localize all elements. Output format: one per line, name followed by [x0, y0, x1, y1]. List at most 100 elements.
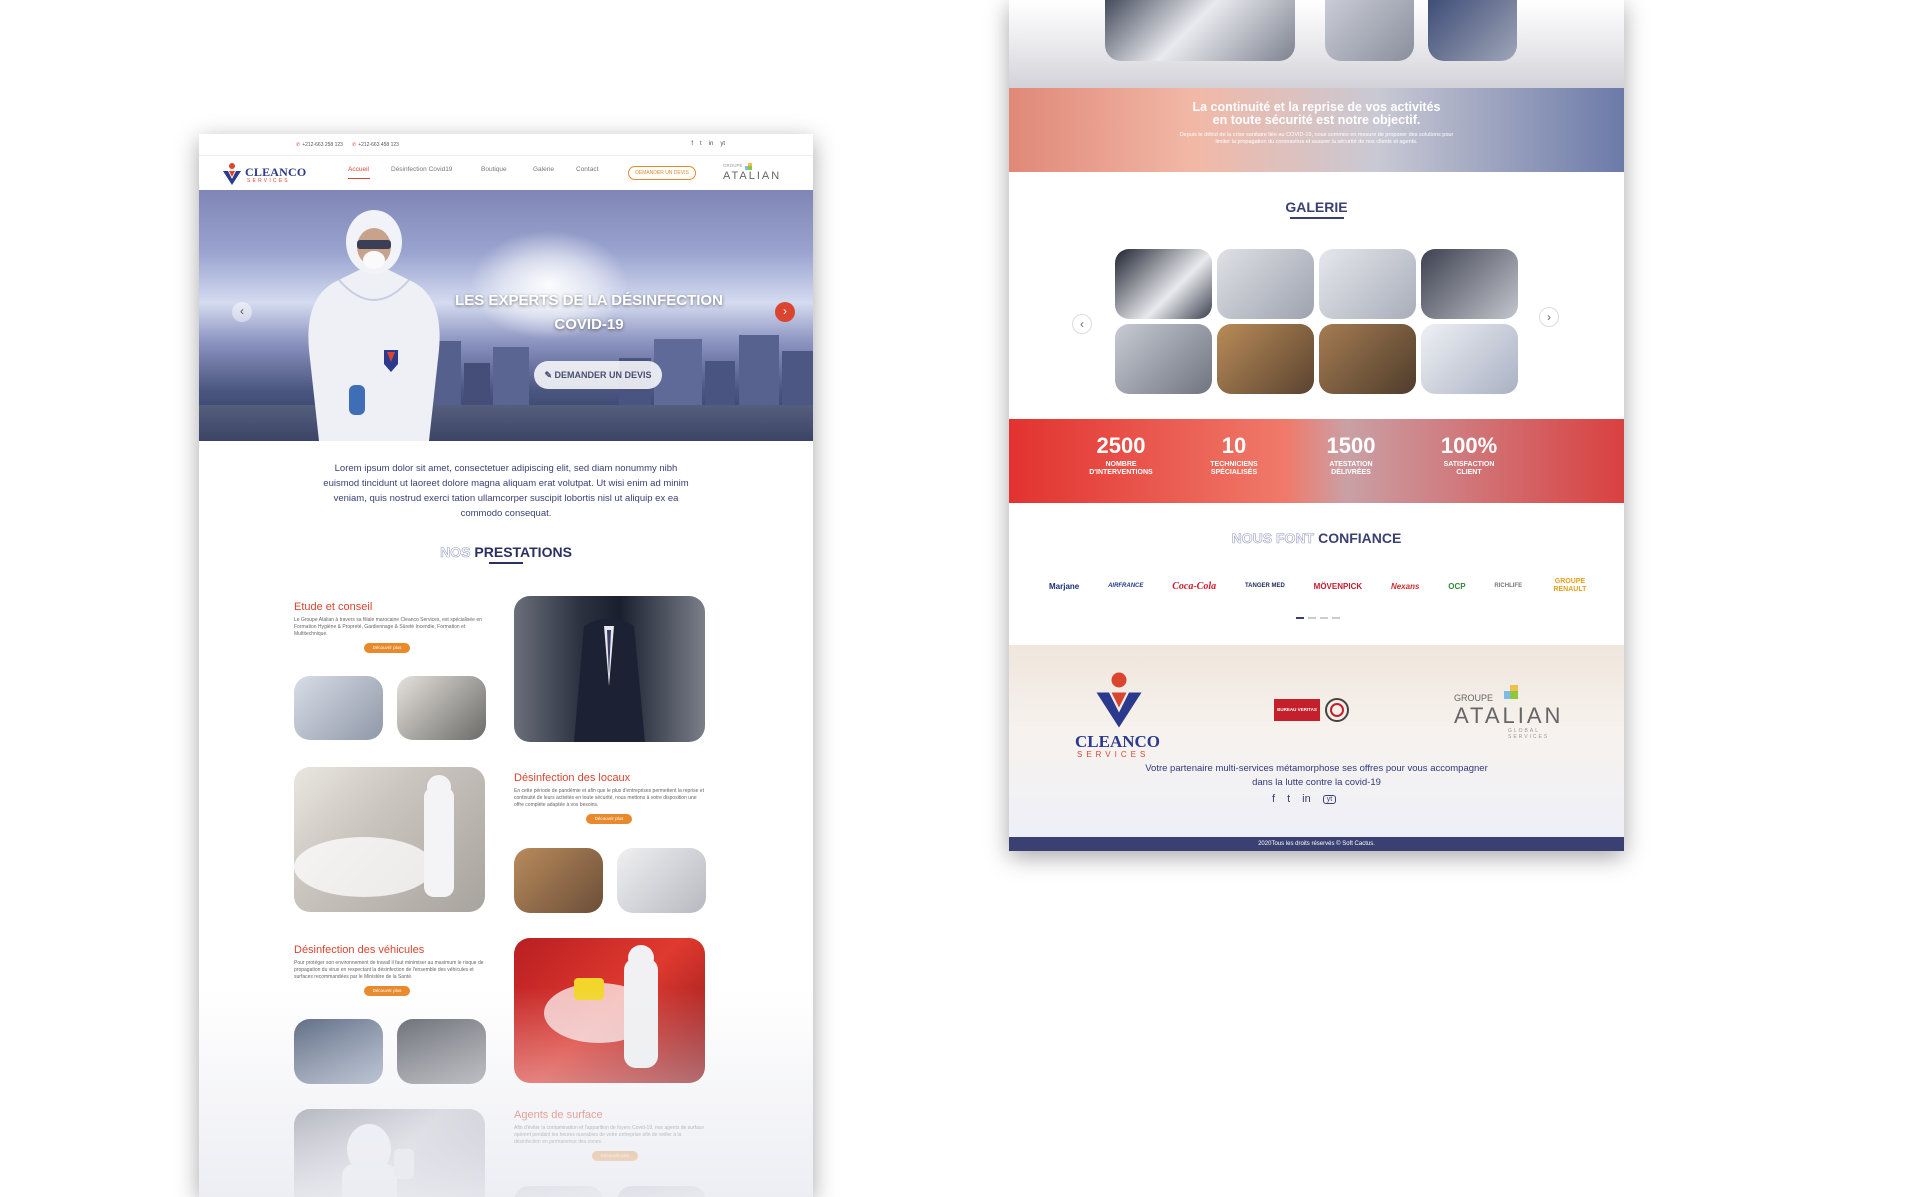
facebook-icon[interactable]: f [1272, 793, 1275, 805]
cleanco-logo-icon [223, 163, 241, 185]
client-logo[interactable]: RICHLIFE [1494, 583, 1522, 589]
phone-icon: ✆ [296, 142, 301, 148]
gallery-image[interactable] [1421, 324, 1518, 394]
section-title: NOS PRESTATIONS [199, 544, 813, 564]
carousel-dot[interactable] [1308, 617, 1316, 619]
gallery-image[interactable] [1421, 249, 1518, 319]
service-image [397, 676, 486, 740]
client-logo[interactable]: OCP [1448, 582, 1465, 591]
gallery-image[interactable] [1217, 249, 1314, 319]
cleanco-logo-icon [1096, 672, 1142, 728]
menu-item-contact[interactable]: Contact [576, 166, 616, 173]
homepage-mockup-top: ✆ +212-663 258 123 ✆ +212-663 458 123 f t … [199, 134, 813, 1197]
carousel-dot[interactable] [1320, 617, 1328, 619]
certification-badge: BUREAU VERITAS [1274, 695, 1354, 725]
social-links: f t in yt [691, 141, 725, 147]
top-bar: ✆ +212-663 258 123 ✆ +212-663 458 123 f t … [199, 134, 813, 156]
gallery-image[interactable] [1319, 324, 1416, 394]
main-menu: Accueil Désinfection Covid19 Boutique Ga… [348, 166, 616, 173]
stat-interventions: 2500 NOMBRE D'INTERVENTIONS [1089, 433, 1153, 477]
footer: CLEANCO SERVICES BUREAU VERITAS GROUPE A… [1009, 645, 1624, 837]
gallery-next-arrow[interactable]: › [1539, 307, 1559, 327]
menu-item-boutique[interactable]: Boutique [481, 166, 533, 173]
gallery-image[interactable] [1115, 324, 1212, 394]
banner-title: La continuité et la reprise de vos activ… [1192, 100, 1441, 127]
hero-prev-arrow[interactable]: ‹ [232, 302, 252, 322]
menu-item-desinfection[interactable]: Désinfection Covid19 [391, 166, 481, 173]
edit-icon: ✎ [544, 370, 555, 380]
gallery-image[interactable] [1319, 249, 1416, 319]
client-logo[interactable]: Marjane [1049, 582, 1079, 591]
discover-button[interactable]: Découvrir plus [586, 814, 632, 824]
stat-technicians: 10 TECHNICIENS SPÉCIALISÉS [1210, 433, 1258, 477]
hero-title: LES EXPERTS DE LA DÉSINFECTION COVID-19 [455, 292, 723, 333]
atalian-logo-icon [745, 163, 752, 170]
phone-1[interactable]: ✆ +212-663 258 123 [296, 142, 343, 148]
service-image [514, 848, 603, 913]
discover-button[interactable]: Découvrir plus [592, 1151, 638, 1161]
hero-quote-button[interactable]: ✎ DEMANDER UN DEVIS [534, 361, 662, 389]
youtube-icon[interactable]: yt [1322, 794, 1337, 804]
service-image [397, 1019, 486, 1084]
client-logos: Marjane AIRFRANCE Coca-Cola TANGER MED M… [1049, 576, 1589, 596]
service-image [294, 1019, 383, 1084]
phone-2[interactable]: ✆ +212-663 458 123 [352, 142, 399, 148]
service-image [617, 1186, 706, 1197]
service-image [294, 767, 485, 912]
service-card: Désinfection des locaux En cette période… [514, 772, 706, 824]
client-logo[interactable]: GROUPE RENAULT [1551, 578, 1589, 594]
gallery-image[interactable] [1115, 249, 1212, 319]
client-logo[interactable]: Nexans [1391, 582, 1419, 591]
footer-tagline: Votre partenaire multi-services métamorp… [1145, 763, 1488, 788]
objective-banner: La continuité et la reprise de vos activ… [1009, 88, 1624, 172]
youtube-icon[interactable]: yt [720, 141, 725, 147]
copyright-bar: 2020Tous les droits réservés © Soft Cact… [1009, 837, 1624, 851]
stats-band: 2500 NOMBRE D'INTERVENTIONS 10 TECHNICIE… [1009, 419, 1624, 503]
twitter-icon[interactable]: t [1287, 793, 1290, 805]
certification-seal-icon [1325, 698, 1349, 722]
gallery-prev-arrow[interactable]: ‹ [1072, 314, 1092, 334]
client-logo[interactable]: Coca-Cola [1172, 581, 1216, 592]
facebook-icon[interactable]: f [691, 141, 693, 147]
stat-satisfaction: 100% SATISFACTION CLIENT [1440, 433, 1498, 477]
service-image [294, 1109, 485, 1197]
homepage-mockup-bottom: La continuité et la reprise de vos activ… [1009, 0, 1624, 851]
request-quote-button[interactable]: DEMANDER UN DEVIS [628, 166, 696, 180]
carousel-dot[interactable] [1296, 617, 1304, 619]
menu-item-galerie[interactable]: Galerie [533, 166, 576, 173]
service-card: Etude et conseil Le Groupe Atalian à tra… [294, 601, 486, 653]
client-logo[interactable]: TANGER MED [1245, 583, 1285, 589]
service-image [514, 1186, 603, 1197]
service-image [1428, 0, 1517, 61]
discover-button[interactable]: Découvrir plus [364, 643, 410, 653]
carousel-dot[interactable] [1332, 617, 1340, 619]
footer-atalian-logo[interactable]: GROUPE ATALIAN GLOBAL SERVICES [1454, 685, 1574, 740]
hero-next-arrow[interactable]: › [775, 302, 795, 322]
active-menu-underline [348, 178, 370, 179]
atalian-logo-icon [1504, 685, 1518, 699]
footer-cleanco-logo[interactable]: CLEANCO SERVICES [1075, 670, 1169, 760]
client-logo[interactable]: AIRFRANCE [1108, 583, 1143, 589]
cleanco-logo[interactable]: CLEANCO SERVICES [221, 160, 306, 188]
clients-title: NOUS FONT CONFIANCE [1231, 530, 1402, 547]
service-image [617, 848, 706, 913]
carousel-dots [1296, 617, 1340, 619]
footer-social-links: f t in yt [1272, 793, 1337, 805]
linkedin-icon[interactable]: in [1302, 793, 1311, 805]
service-image [294, 676, 383, 740]
service-image [514, 938, 705, 1083]
hero-slider: LES EXPERTS DE LA DÉSINFECTION COVID-19 … [199, 190, 813, 441]
gallery-title: GALERIE [1009, 199, 1624, 219]
linkedin-icon[interactable]: in [709, 141, 714, 147]
stat-attestations: 1500 ATESTATION DÉLIVRÉES [1326, 433, 1376, 477]
service-image [514, 596, 705, 742]
atalian-logo[interactable]: GROUPE ATALIAN [723, 163, 793, 185]
menu-item-accueil[interactable]: Accueil [348, 166, 391, 173]
banner-text: Depuis le début de la crise sanitaire li… [1179, 132, 1454, 145]
discover-button[interactable]: Découvrir plus [364, 986, 410, 996]
client-logo[interactable]: MÖVENPICK [1314, 582, 1362, 591]
intro-text: Lorem ipsum dolor sit amet, consectetuer… [323, 463, 689, 519]
service-image [1325, 0, 1414, 61]
gallery-image[interactable] [1217, 324, 1314, 394]
twitter-icon[interactable]: t [700, 141, 702, 147]
